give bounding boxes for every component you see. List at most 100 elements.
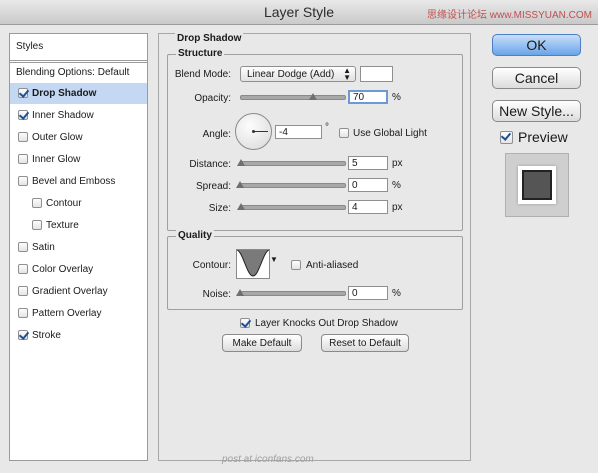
angle-dial[interactable]	[235, 113, 272, 150]
style-item-color-overlay[interactable]: Color Overlay	[10, 259, 147, 280]
styles-list: Styles Blending Options: Default Drop Sh…	[9, 33, 148, 461]
distance-slider-thumb[interactable]	[237, 159, 245, 166]
drop-shadow-checkbox[interactable]	[18, 88, 28, 98]
divider	[10, 60, 147, 61]
panel-title: Drop Shadow	[175, 33, 244, 44]
use-global-light-checkbox[interactable]	[339, 128, 349, 138]
color-overlay-checkbox[interactable]	[18, 264, 28, 274]
select-arrows-icon: ▲ ▼	[343, 66, 351, 82]
distance-input[interactable]: 5	[348, 156, 388, 170]
size-slider[interactable]	[240, 205, 346, 210]
spread-input[interactable]: 0	[348, 178, 388, 192]
opacity-label: Opacity:	[194, 93, 231, 104]
contour-label: Contour:	[192, 260, 231, 271]
blending-options[interactable]: Blending Options: Default	[10, 62, 147, 83]
watermark: 思缘设计论坛 www.MISSYUAN.COM	[426, 10, 592, 21]
preview-layer-square	[522, 170, 552, 200]
contour-checkbox[interactable]	[32, 198, 42, 208]
pattern-overlay-checkbox[interactable]	[18, 308, 28, 318]
spread-label: Spread:	[195, 181, 231, 192]
knockout-label: Layer Knocks Out Drop Shadow	[255, 318, 398, 329]
bevel-emboss-checkbox[interactable]	[18, 176, 28, 186]
quality-group: Quality Contour: ▼ Anti-aliased Noise: 0…	[167, 230, 463, 310]
inner-shadow-checkbox[interactable]	[18, 110, 28, 120]
ok-button[interactable]: OK	[492, 34, 581, 56]
style-item-bevel-emboss[interactable]: Bevel and Emboss	[10, 171, 147, 192]
style-item-label: Contour	[46, 198, 82, 209]
noise-unit: %	[392, 288, 401, 299]
satin-checkbox[interactable]	[18, 242, 28, 252]
title-bar: Layer Style 思缘设计论坛 www.MISSYUAN.COM	[0, 0, 598, 25]
preview-checkbox[interactable]	[500, 131, 513, 144]
outer-glow-checkbox[interactable]	[18, 132, 28, 142]
distance-label: Distance:	[189, 159, 231, 170]
size-input[interactable]: 4	[348, 200, 388, 214]
angle-unit: °	[325, 122, 329, 133]
spread-slider-thumb[interactable]	[236, 181, 244, 188]
style-item-outer-glow[interactable]: Outer Glow	[10, 127, 147, 148]
angle-input[interactable]: -4	[275, 125, 322, 139]
preview-canvas	[518, 166, 556, 204]
opacity-unit: %	[392, 92, 401, 103]
structure-title: Structure	[176, 48, 225, 59]
style-item-label: Drop Shadow	[32, 88, 97, 99]
size-slider-thumb[interactable]	[237, 203, 245, 210]
style-item-label: Satin	[32, 242, 55, 253]
reset-default-button[interactable]: Reset to Default	[321, 334, 409, 352]
cancel-button[interactable]: Cancel	[492, 67, 581, 89]
opacity-input[interactable]: 70	[348, 90, 388, 104]
contour-dropdown-icon[interactable]: ▼	[270, 255, 278, 264]
quality-title: Quality	[176, 230, 214, 241]
style-item-label: Pattern Overlay	[32, 308, 102, 319]
spread-slider[interactable]	[240, 183, 346, 188]
angle-center-icon	[252, 130, 255, 133]
styles-header[interactable]: Styles	[10, 36, 147, 57]
style-item-label: Bevel and Emboss	[32, 176, 116, 187]
noise-slider[interactable]	[240, 291, 346, 296]
anti-aliased-label: Anti-aliased	[306, 260, 359, 271]
drop-shadow-panel: Drop Shadow Structure Blend Mode: Linear…	[158, 33, 471, 461]
style-item-contour[interactable]: Contour	[10, 193, 147, 214]
blending-options-label: Blending Options: Default	[16, 67, 130, 78]
style-item-texture[interactable]: Texture	[10, 215, 147, 236]
style-item-stroke[interactable]: Stroke	[10, 325, 147, 346]
style-item-label: Gradient Overlay	[32, 286, 108, 297]
style-item-inner-glow[interactable]: Inner Glow	[10, 149, 147, 170]
style-item-satin[interactable]: Satin	[10, 237, 147, 258]
knockout-checkbox[interactable]	[240, 318, 250, 328]
preview-thumbnail	[505, 153, 569, 217]
opacity-slider-thumb[interactable]	[308, 93, 317, 100]
new-style-button[interactable]: New Style...	[492, 100, 581, 122]
texture-checkbox[interactable]	[32, 220, 42, 230]
contour-picker[interactable]	[236, 249, 270, 279]
angle-needle	[253, 131, 268, 132]
style-item-label: Inner Shadow	[32, 110, 94, 121]
make-default-button[interactable]: Make Default	[222, 334, 302, 352]
noise-input[interactable]: 0	[348, 286, 388, 300]
stroke-checkbox[interactable]	[18, 330, 28, 340]
noise-slider-thumb[interactable]	[236, 289, 244, 296]
size-unit: px	[392, 202, 403, 213]
distance-slider[interactable]	[240, 161, 346, 166]
shadow-color-swatch[interactable]	[360, 66, 393, 82]
footer-watermark: post at iconfans.com	[222, 454, 314, 465]
anti-aliased-checkbox[interactable]	[291, 260, 301, 270]
style-item-drop-shadow[interactable]: Drop Shadow	[10, 83, 147, 104]
angle-label: Angle:	[202, 129, 231, 140]
style-item-pattern-overlay[interactable]: Pattern Overlay	[10, 303, 147, 324]
style-item-label: Stroke	[32, 330, 61, 341]
style-item-gradient-overlay[interactable]: Gradient Overlay	[10, 281, 147, 302]
style-item-label: Color Overlay	[32, 264, 94, 275]
gradient-overlay-checkbox[interactable]	[18, 286, 28, 296]
style-item-label: Outer Glow	[32, 132, 83, 143]
blend-mode-select[interactable]: Linear Dodge (Add) ▲ ▼	[240, 66, 356, 82]
inner-glow-checkbox[interactable]	[18, 154, 28, 164]
style-item-label: Texture	[46, 220, 79, 231]
structure-group: Structure Blend Mode: Linear Dodge (Add)…	[167, 48, 463, 231]
distance-unit: px	[392, 158, 403, 169]
styles-header-label: Styles	[16, 41, 44, 52]
opacity-slider[interactable]	[240, 95, 346, 100]
contour-curve-icon	[236, 249, 270, 278]
style-item-inner-shadow[interactable]: Inner Shadow	[10, 105, 147, 126]
size-label: Size:	[208, 203, 231, 214]
